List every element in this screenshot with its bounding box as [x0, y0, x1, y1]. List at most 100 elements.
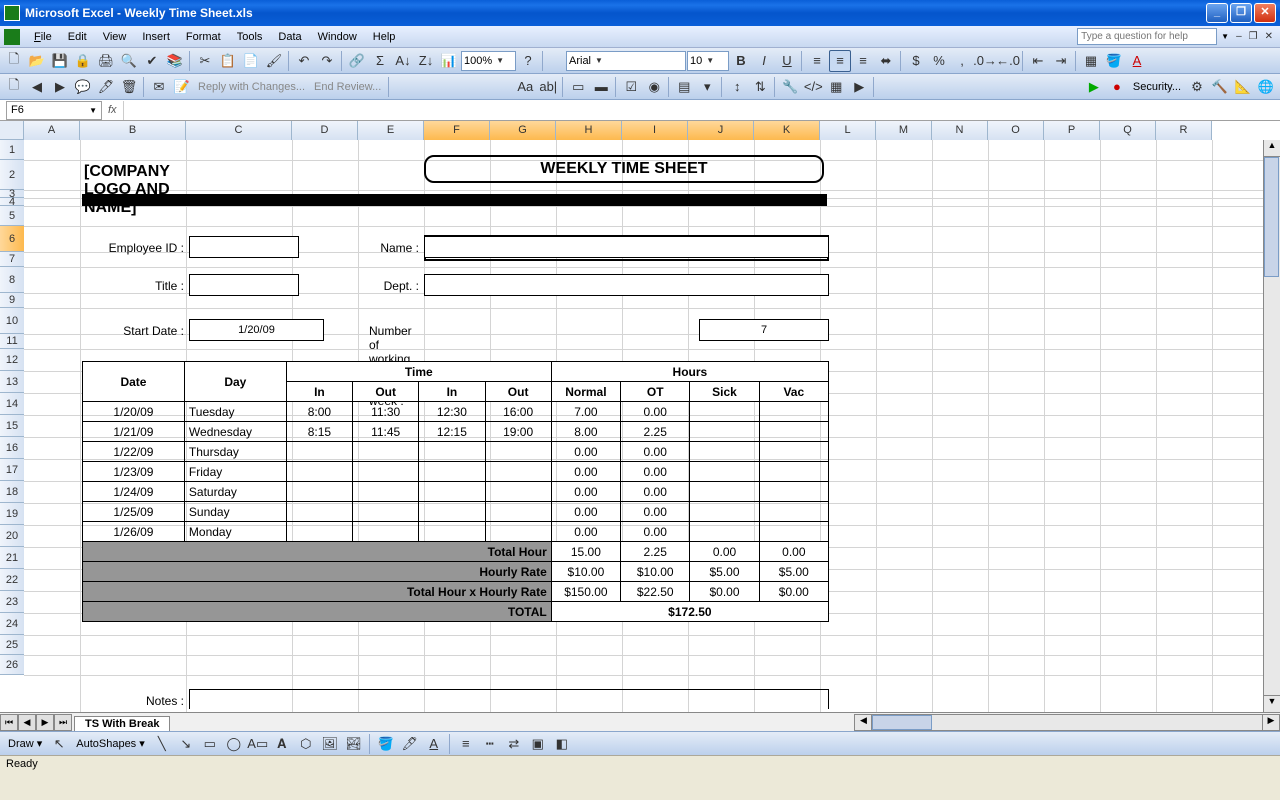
cell-in2[interactable]: 12:15: [419, 422, 485, 442]
dept-input[interactable]: [424, 274, 829, 296]
review-delete-button[interactable]: 🗑: [118, 76, 140, 98]
cell-in2[interactable]: 12:30: [419, 402, 485, 422]
draw-menu[interactable]: Draw ▾: [4, 737, 46, 750]
cell-date[interactable]: 1/21/09: [83, 422, 185, 442]
italic-button[interactable]: I: [753, 50, 775, 72]
row-header-16[interactable]: 16: [0, 437, 24, 459]
doc-close-button[interactable]: ✕: [1262, 31, 1276, 42]
column-header-E[interactable]: E: [358, 121, 424, 140]
decrease-indent-button[interactable]: ⇤: [1027, 50, 1049, 72]
cell-date[interactable]: 1/22/09: [83, 442, 185, 462]
column-header-M[interactable]: M: [876, 121, 932, 140]
notes-input[interactable]: [189, 689, 829, 709]
column-header-C[interactable]: C: [186, 121, 292, 140]
cell-in1[interactable]: [286, 442, 352, 462]
column-header-A[interactable]: A: [24, 121, 80, 140]
select-all-corner[interactable]: [0, 121, 24, 140]
formula-bar[interactable]: [123, 101, 1280, 120]
tab-next-button[interactable]: ▶: [36, 714, 54, 731]
menu-help[interactable]: Help: [365, 29, 404, 45]
cell-out2[interactable]: [485, 442, 551, 462]
maximize-button[interactable]: ❐: [1230, 3, 1252, 23]
clipart-button[interactable]: 🖼: [319, 733, 341, 755]
table-row[interactable]: 1/21/09Wednesday8:1511:4512:1519:008.002…: [83, 422, 829, 442]
cell-day[interactable]: Saturday: [184, 482, 286, 502]
row-header-10[interactable]: 10: [0, 308, 24, 334]
close-button[interactable]: ✕: [1254, 3, 1276, 23]
forms-combo-button[interactable]: ▾: [696, 76, 718, 98]
sheet-tab-active[interactable]: TS With Break: [74, 716, 170, 731]
forms-props-button[interactable]: 🔧: [779, 76, 801, 98]
column-header-Q[interactable]: Q: [1100, 121, 1156, 140]
picture-button[interactable]: 🏞: [343, 733, 365, 755]
working-days-input[interactable]: 7: [699, 319, 829, 341]
bold-button[interactable]: B: [730, 50, 752, 72]
cell-grid[interactable]: [COMPANY LOGO AND NAME] WEEKLY TIME SHEE…: [24, 140, 1263, 712]
line-color-button[interactable]: 🖊: [399, 733, 421, 755]
cell-in1[interactable]: 8:00: [286, 402, 352, 422]
row-header-17[interactable]: 17: [0, 459, 24, 481]
scroll-down-icon[interactable]: ▼: [1264, 695, 1280, 712]
cell-sick[interactable]: [690, 522, 759, 542]
cell-vac[interactable]: [759, 442, 828, 462]
row-header-4[interactable]: 4: [0, 198, 24, 206]
reply-changes-button[interactable]: Reply with Changes...: [194, 81, 309, 93]
control-toolbox-button[interactable]: 🔨: [1209, 76, 1231, 98]
forms-run-button[interactable]: ▶: [848, 76, 870, 98]
forms-grid-button[interactable]: ▦: [825, 76, 847, 98]
row-header-2[interactable]: 2: [0, 160, 24, 190]
scroll-right-icon[interactable]: ▶: [1262, 715, 1279, 730]
cell-normal[interactable]: 0.00: [551, 502, 620, 522]
column-header-G[interactable]: G: [490, 121, 556, 140]
menu-view[interactable]: View: [95, 29, 135, 45]
review-send-button[interactable]: ✉: [148, 76, 170, 98]
doc-restore-button[interactable]: ❐: [1246, 31, 1261, 42]
row-header-18[interactable]: 18: [0, 481, 24, 503]
cell-in1[interactable]: [286, 462, 352, 482]
cell-out2[interactable]: [485, 522, 551, 542]
percent-button[interactable]: %: [928, 50, 950, 72]
line-button[interactable]: ╲: [151, 733, 173, 755]
scroll-left-icon[interactable]: ◀: [855, 715, 872, 730]
permission-button[interactable]: 🔒: [72, 50, 94, 72]
cell-vac[interactable]: [759, 522, 828, 542]
hyperlink-button[interactable]: 🔗: [346, 50, 368, 72]
chart-button[interactable]: 📊: [438, 50, 460, 72]
font-color-draw-button[interactable]: A: [423, 733, 445, 755]
menu-insert[interactable]: Insert: [134, 29, 178, 45]
cell-out2[interactable]: 19:00: [485, 422, 551, 442]
row-header-23[interactable]: 23: [0, 591, 24, 613]
new-button[interactable]: 🗋: [3, 50, 25, 72]
column-header-I[interactable]: I: [622, 121, 688, 140]
end-review-button[interactable]: End Review...: [310, 81, 385, 93]
row-header-25[interactable]: 25: [0, 635, 24, 655]
shadow-button[interactable]: ▣: [527, 733, 549, 755]
font-size-combo[interactable]: 10▼: [687, 51, 729, 71]
row-header-8[interactable]: 8: [0, 267, 24, 293]
cell-normal[interactable]: 0.00: [551, 442, 620, 462]
font-combo[interactable]: Arial▼: [566, 51, 686, 71]
cell-sick[interactable]: [690, 502, 759, 522]
name-box[interactable]: F6▼: [6, 101, 102, 120]
start-date-input[interactable]: 1/20/09: [189, 319, 324, 341]
forms-spinner-button[interactable]: ⇅: [749, 76, 771, 98]
cell-in1[interactable]: [286, 502, 352, 522]
align-center-button[interactable]: ≡: [829, 50, 851, 72]
doc-minimize-button[interactable]: –: [1233, 31, 1245, 42]
decrease-decimal-button[interactable]: ←.0: [997, 50, 1019, 72]
cell-out1[interactable]: [353, 482, 419, 502]
column-header-B[interactable]: B: [80, 121, 186, 140]
excel-doc-icon[interactable]: [4, 29, 20, 45]
cell-ot[interactable]: 0.00: [621, 522, 690, 542]
horizontal-scrollbar[interactable]: ◀ ▶: [854, 714, 1280, 731]
menu-format[interactable]: Format: [178, 29, 229, 45]
cell-ot[interactable]: 0.00: [621, 462, 690, 482]
cell-date[interactable]: 1/25/09: [83, 502, 185, 522]
title-input[interactable]: [189, 274, 299, 296]
row-header-20[interactable]: 20: [0, 525, 24, 547]
cell-vac[interactable]: [759, 502, 828, 522]
comma-button[interactable]: ,: [951, 50, 973, 72]
column-header-P[interactable]: P: [1044, 121, 1100, 140]
forms-scroll-button[interactable]: ↕: [726, 76, 748, 98]
review-next-button[interactable]: ▶: [49, 76, 71, 98]
